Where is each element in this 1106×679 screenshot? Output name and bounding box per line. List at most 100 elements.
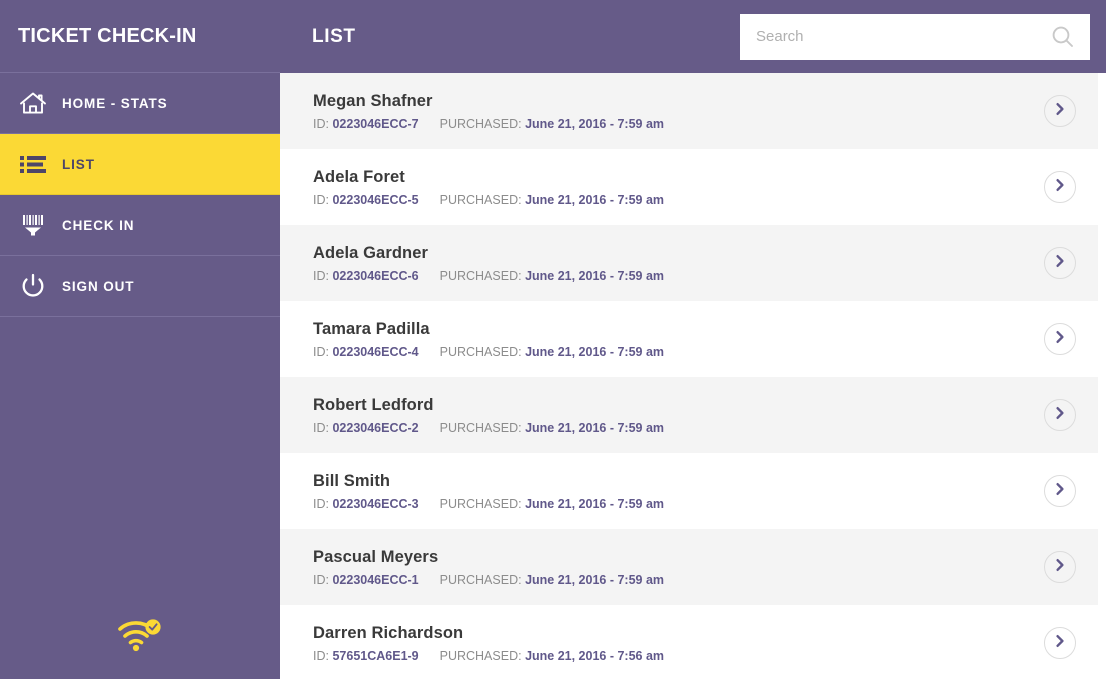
row-detail-button[interactable]	[1044, 627, 1076, 659]
page-title: LIST	[312, 26, 740, 48]
attendee-name: Megan Shafner	[313, 92, 1044, 111]
chevron-right-icon	[1053, 102, 1067, 121]
ticket-id: 0223046ECC-7	[332, 117, 418, 131]
purchased-label: PURCHASED:	[440, 497, 522, 511]
ticket-id: 0223046ECC-1	[332, 573, 418, 587]
purchase-date: June 21, 2016 - 7:59 am	[525, 269, 664, 283]
purchased-label: PURCHASED:	[440, 421, 522, 435]
sidebar-item-label: LIST	[62, 157, 95, 172]
row-content: Adela Gardner ID: 0223046ECC-6 PURCHASED…	[313, 244, 1044, 283]
chevron-right-icon	[1053, 558, 1067, 577]
search-input[interactable]	[756, 28, 1050, 45]
sidebar-item-label: CHECK IN	[62, 218, 134, 233]
purchased-label: PURCHASED:	[440, 117, 522, 131]
sidebar: TICKET CHECK-IN HOME - STATS	[0, 0, 280, 679]
row-detail-button[interactable]	[1044, 95, 1076, 127]
home-icon	[14, 90, 58, 116]
ticket-id: 57651CA6E1-9	[332, 649, 418, 663]
id-label: ID:	[313, 649, 329, 663]
purchase-date: June 21, 2016 - 7:59 am	[525, 117, 664, 131]
id-label: ID:	[313, 573, 329, 587]
purchase-date: June 21, 2016 - 7:59 am	[525, 345, 664, 359]
row-content: Adela Foret ID: 0223046ECC-5 PURCHASED: …	[313, 168, 1044, 207]
ticket-id: 0223046ECC-4	[332, 345, 418, 359]
wifi-connected-icon	[114, 615, 166, 660]
row-detail-button[interactable]	[1044, 475, 1076, 507]
chevron-right-icon	[1053, 482, 1067, 501]
attendee-meta: ID: 0223046ECC-4 PURCHASED: June 21, 201…	[313, 345, 1044, 359]
ticket-id: 0223046ECC-6	[332, 269, 418, 283]
purchased-label: PURCHASED:	[440, 573, 522, 587]
attendee-meta: ID: 0223046ECC-5 PURCHASED: June 21, 201…	[313, 193, 1044, 207]
chevron-right-icon	[1053, 330, 1067, 349]
table-row[interactable]: Darren Richardson ID: 57651CA6E1-9 PURCH…	[280, 605, 1098, 679]
barcode-scanner-icon	[14, 212, 58, 238]
sidebar-item-label: SIGN OUT	[62, 279, 134, 294]
power-icon	[14, 272, 58, 300]
purchase-date: June 21, 2016 - 7:59 am	[525, 573, 664, 587]
ticket-list: Megan Shafner ID: 0223046ECC-7 PURCHASED…	[280, 73, 1106, 679]
table-row[interactable]: Bill Smith ID: 0223046ECC-3 PURCHASED: J…	[280, 453, 1098, 529]
sidebar-nav: HOME - STATS LIST	[0, 73, 280, 317]
attendee-meta: ID: 0223046ECC-7 PURCHASED: June 21, 201…	[313, 117, 1044, 131]
sidebar-item-list[interactable]: LIST	[0, 134, 280, 195]
purchased-label: PURCHASED:	[440, 345, 522, 359]
attendee-name: Tamara Padilla	[313, 320, 1044, 339]
app-root: TICKET CHECK-IN HOME - STATS	[0, 0, 1106, 679]
id-label: ID:	[313, 497, 329, 511]
purchase-date: June 21, 2016 - 7:59 am	[525, 421, 664, 435]
row-detail-button[interactable]	[1044, 247, 1076, 279]
row-detail-button[interactable]	[1044, 171, 1076, 203]
ticket-id: 0223046ECC-3	[332, 497, 418, 511]
row-content: Pascual Meyers ID: 0223046ECC-1 PURCHASE…	[313, 548, 1044, 587]
table-row[interactable]: Adela Foret ID: 0223046ECC-5 PURCHASED: …	[280, 149, 1098, 225]
row-content: Darren Richardson ID: 57651CA6E1-9 PURCH…	[313, 624, 1044, 663]
row-content: Bill Smith ID: 0223046ECC-3 PURCHASED: J…	[313, 472, 1044, 511]
attendee-meta: ID: 0223046ECC-6 PURCHASED: June 21, 201…	[313, 269, 1044, 283]
row-content: Megan Shafner ID: 0223046ECC-7 PURCHASED…	[313, 92, 1044, 131]
row-detail-button[interactable]	[1044, 323, 1076, 355]
table-row[interactable]: Pascual Meyers ID: 0223046ECC-1 PURCHASE…	[280, 529, 1098, 605]
id-label: ID:	[313, 345, 329, 359]
id-label: ID:	[313, 117, 329, 131]
attendee-name: Bill Smith	[313, 472, 1044, 491]
row-detail-button[interactable]	[1044, 551, 1076, 583]
attendee-name: Pascual Meyers	[313, 548, 1044, 567]
sidebar-item-home-stats[interactable]: HOME - STATS	[0, 73, 280, 134]
chevron-right-icon	[1053, 178, 1067, 197]
purchase-date: June 21, 2016 - 7:59 am	[525, 497, 664, 511]
purchased-label: PURCHASED:	[440, 269, 522, 283]
attendee-name: Adela Foret	[313, 168, 1044, 187]
table-row[interactable]: Megan Shafner ID: 0223046ECC-7 PURCHASED…	[280, 73, 1098, 149]
id-label: ID:	[313, 421, 329, 435]
search-icon[interactable]	[1050, 24, 1076, 50]
ticket-id: 0223046ECC-5	[332, 193, 418, 207]
top-bar: LIST	[280, 0, 1106, 73]
sidebar-item-sign-out[interactable]: SIGN OUT	[0, 256, 280, 317]
list-icon	[14, 153, 58, 175]
sidebar-item-label: HOME - STATS	[62, 96, 168, 111]
main-panel: LIST Megan Shafner ID: 0223046ECC-7 PURC…	[280, 0, 1106, 679]
sidebar-spacer	[0, 317, 280, 595]
connection-status	[0, 595, 280, 679]
attendee-name: Robert Ledford	[313, 396, 1044, 415]
attendee-name: Darren Richardson	[313, 624, 1044, 643]
id-label: ID:	[313, 193, 329, 207]
purchase-date: June 21, 2016 - 7:56 am	[525, 649, 664, 663]
table-row[interactable]: Robert Ledford ID: 0223046ECC-2 PURCHASE…	[280, 377, 1098, 453]
attendee-meta: ID: 0223046ECC-2 PURCHASED: June 21, 201…	[313, 421, 1044, 435]
id-label: ID:	[313, 269, 329, 283]
row-content: Tamara Padilla ID: 0223046ECC-4 PURCHASE…	[313, 320, 1044, 359]
table-row[interactable]: Tamara Padilla ID: 0223046ECC-4 PURCHASE…	[280, 301, 1098, 377]
chevron-right-icon	[1053, 406, 1067, 425]
attendee-name: Adela Gardner	[313, 244, 1044, 263]
ticket-id: 0223046ECC-2	[332, 421, 418, 435]
attendee-meta: ID: 0223046ECC-1 PURCHASED: June 21, 201…	[313, 573, 1044, 587]
attendee-meta: ID: 57651CA6E1-9 PURCHASED: June 21, 201…	[313, 649, 1044, 663]
row-detail-button[interactable]	[1044, 399, 1076, 431]
app-title: TICKET CHECK-IN	[0, 0, 280, 73]
sidebar-item-check-in[interactable]: CHECK IN	[0, 195, 280, 256]
search-box[interactable]	[740, 14, 1090, 60]
table-row[interactable]: Adela Gardner ID: 0223046ECC-6 PURCHASED…	[280, 225, 1098, 301]
chevron-right-icon	[1053, 634, 1067, 653]
